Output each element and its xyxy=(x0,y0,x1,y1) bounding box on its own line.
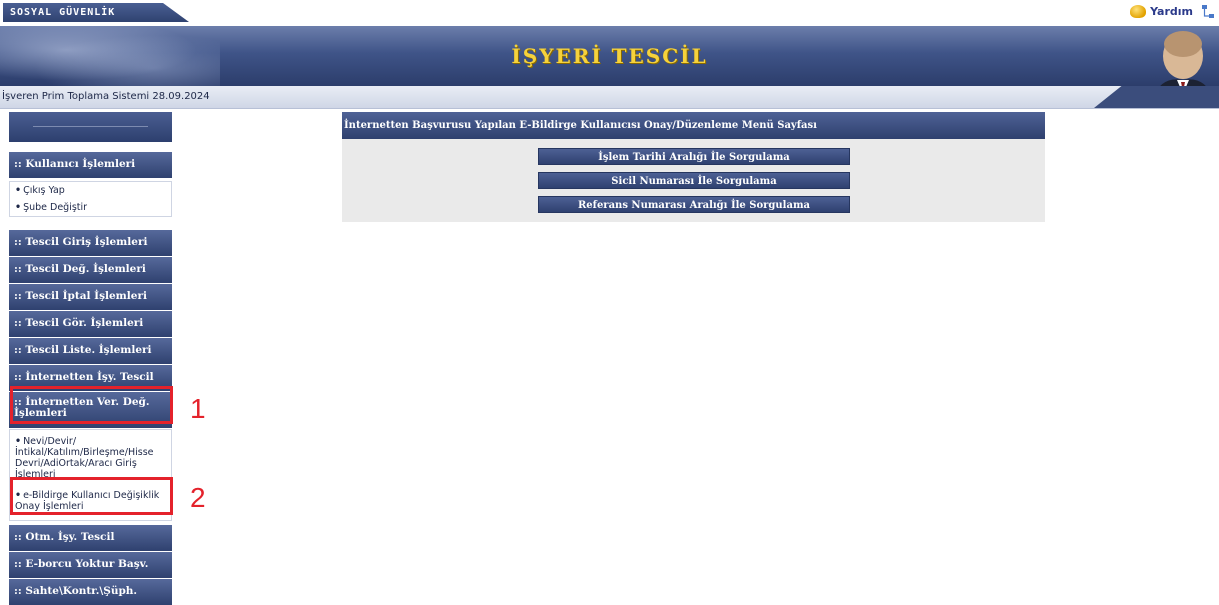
sidebar-menu-sahte-kontr[interactable]: :: Sahte\Kontr.\Şüph. xyxy=(9,579,172,605)
system-date-label: İşveren Prim Toplama Sistemi 28.09.2024 xyxy=(2,91,210,102)
sidebar-menu-eborcu-yoktur[interactable]: :: E-borcu Yoktur Başv. xyxy=(9,552,172,578)
sidebar: :: Kullanıcı İşlemleri • Çıkış Yap • Şube … xyxy=(9,112,172,605)
sidebar-menu-user[interactable]: :: Kullanıcı İşlemleri xyxy=(9,152,172,178)
sidebar-menu-tescil-gor[interactable]: :: Tescil Gör. İşlemleri xyxy=(9,311,172,337)
query-by-date-range-button[interactable]: İşlem Tarihi Aralığı İle Sorgulama xyxy=(538,148,850,165)
main-panel: İnternetten Başvurusu Yapılan E-Bildirge… xyxy=(342,112,1045,222)
annotation-number-2: 2 xyxy=(190,482,206,513)
sub-header: İşveren Prim Toplama Sistemi 28.09.2024 xyxy=(0,86,1219,109)
sidebar-menu-tescil-giris[interactable]: :: Tescil Giriş İşlemleri xyxy=(9,230,172,256)
subheader-decoration xyxy=(1094,86,1219,108)
sidebar-item-logout[interactable]: • Çıkış Yap xyxy=(10,182,171,199)
annotation-number-1: 1 xyxy=(190,393,206,424)
help-link[interactable]: Yardım xyxy=(1130,5,1193,18)
network-icon[interactable] xyxy=(1201,4,1215,20)
query-by-registry-number-button[interactable]: Sicil Numarası İle Sorgulama xyxy=(538,172,850,189)
sidebar-menu-tescil-deg[interactable]: :: Tescil Değ. İşlemleri xyxy=(9,257,172,283)
sidebar-item-label: Şube Değiştir xyxy=(23,202,88,213)
sidebar-user-submenu: • Çıkış Yap • Şube Değiştir xyxy=(9,181,172,217)
sidebar-menu-tescil-liste[interactable]: :: Tescil Liste. İşlemleri xyxy=(9,338,172,364)
sidebar-item-label: Nevi/Devir/ İntikal/Katılım/Birleşme/His… xyxy=(15,436,154,480)
panel-title: İnternetten Başvurusu Yapılan E-Bildirge… xyxy=(342,112,1045,139)
brand-tail xyxy=(163,3,189,22)
sidebar-item-change-branch[interactable]: • Şube Değiştir xyxy=(10,199,171,216)
top-bar: SOSYAL GÜVENLİK KURUMU Yardım xyxy=(0,0,1219,37)
sidebar-menu-otm-isy-tescil[interactable]: :: Otm. İşy. Tescil xyxy=(9,525,172,551)
banner-title: İŞYERİ TESCİL xyxy=(511,44,708,68)
help-icon xyxy=(1130,5,1147,18)
banner: İŞYERİ TESCİL xyxy=(0,26,1219,98)
annotation-box-1 xyxy=(10,386,173,424)
sidebar-item-label: Çıkış Yap xyxy=(23,185,65,196)
annotation-box-2 xyxy=(10,477,173,515)
sidebar-menu-tescil-iptal[interactable]: :: Tescil İptal İşlemleri xyxy=(9,284,172,310)
query-by-reference-range-button[interactable]: Referans Numarası Aralığı İle Sorgulama xyxy=(538,196,850,213)
help-label: Yardım xyxy=(1150,5,1193,18)
sidebar-header xyxy=(9,112,172,142)
brand-logo: SOSYAL GÜVENLİK KURUMU xyxy=(3,3,163,37)
